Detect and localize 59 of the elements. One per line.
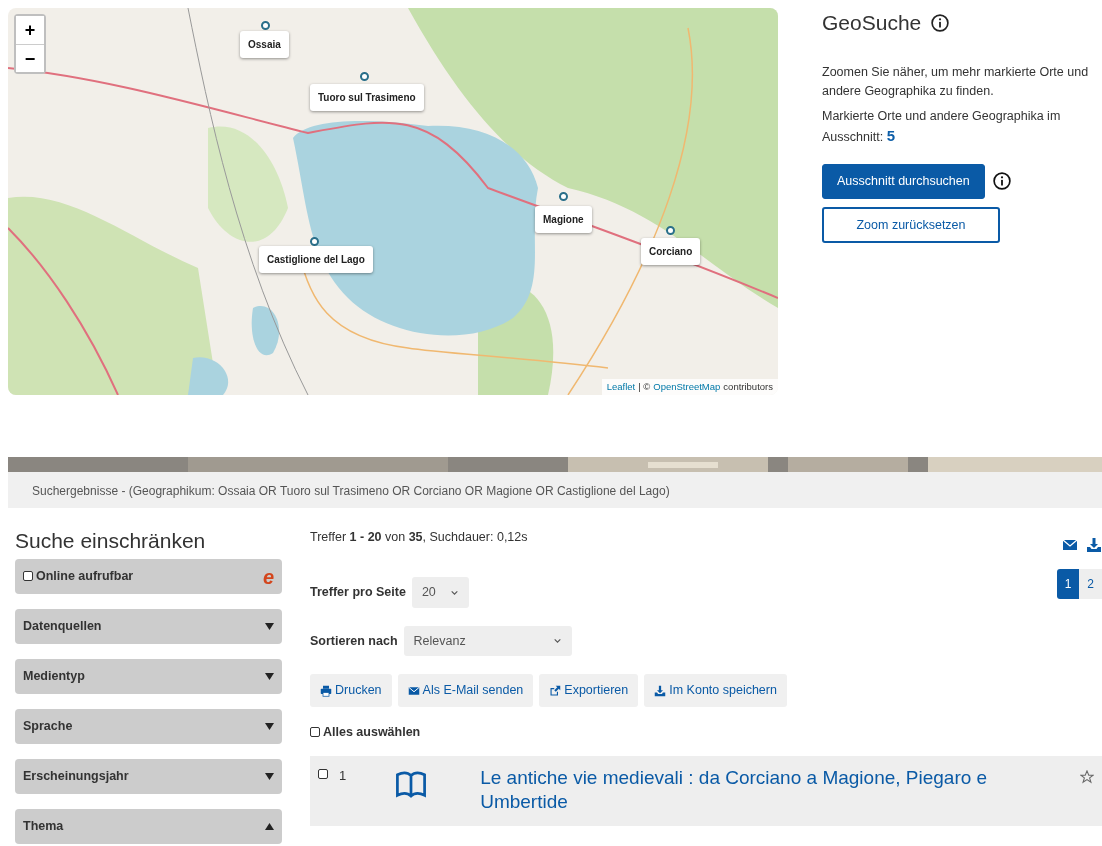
- attribution-link[interactable]: OpenStreetMap: [653, 379, 721, 394]
- breadcrumb-text: Suchergebnisse - (Geographikum: Ossaia OR Tuoro sul Trasimeno OR Corciano OR Magione OR Castiglione del Lago): [32, 484, 670, 498]
- map-marker-icon[interactable]: [559, 192, 568, 201]
- reset-zoom-button[interactable]: Zoom zurücksetzen: [822, 206, 1000, 244]
- facet-label: Erscheinungsjahr: [23, 768, 129, 786]
- info-icon: [931, 13, 950, 32]
- attribution-text: | ©: [638, 379, 651, 394]
- page-link[interactable]: 2: [1079, 569, 1102, 600]
- facet-label: Thema: [23, 818, 64, 836]
- attribution-text: contributors: [723, 379, 773, 394]
- print-icon: [320, 684, 332, 697]
- select-all-label: Alles auswählen: [323, 724, 421, 741]
- marker-label: Ossaia: [240, 31, 289, 58]
- sort-select[interactable]: Relevanz: [403, 625, 572, 657]
- field-label: Treffer pro Seite: [310, 583, 406, 601]
- facet-label: Datenquellen: [23, 618, 102, 636]
- facet-label: Online aufrufbar: [36, 569, 134, 584]
- facet-button[interactable]: Online aufrufbar e: [15, 559, 282, 595]
- facet-button[interactable]: Medientyp: [15, 659, 282, 695]
- facet-button[interactable]: Sprache: [15, 709, 282, 745]
- download-icon: [1086, 537, 1102, 554]
- map-marker-icon[interactable]: [360, 72, 369, 81]
- chevron-icon: [552, 636, 562, 646]
- results-summary: Treffer 1 - 20 von 35, Suchdauer: 0,12s: [310, 529, 528, 546]
- marker-label: Tuoro sul Trasimeno: [310, 84, 424, 111]
- panel-title: GeoSuche: [822, 10, 922, 36]
- zoom-out-button[interactable]: −: [16, 44, 44, 72]
- search-area-button[interactable]: Ausschnitt durchsuchen: [822, 163, 985, 199]
- facet-button[interactable]: Erscheinungsjahr: [15, 759, 282, 795]
- info-icon: [992, 172, 1011, 191]
- mail-icon: [407, 684, 420, 697]
- export-icon: [549, 684, 562, 697]
- attribution-link[interactable]: Leaflet: [606, 379, 636, 394]
- page-link[interactable]: 1: [1056, 569, 1080, 600]
- facet-button[interactable]: Datenquellen: [15, 609, 282, 645]
- hint-text: Zoomen Sie näher, um mehr markierte Orte und andere Geographika zu finden.: [822, 64, 1090, 100]
- checkbox[interactable]: [23, 571, 33, 582]
- facet-label: Medientyp: [23, 668, 85, 686]
- count-text: Markierte Orte und andere Geographika im Ausschnitt: 5: [822, 107, 1062, 147]
- map-marker-icon[interactable]: [666, 226, 675, 235]
- facet-button[interactable]: Thema: [15, 809, 282, 845]
- checkbox[interactable]: [310, 727, 320, 738]
- action-button[interactable]: Exportieren: [539, 674, 639, 707]
- online-letter: e: [262, 566, 274, 587]
- result-title-link[interactable]: Le antiche vie medievali : da Corciano a Magione, Piegaro e Umbertide: [480, 765, 1076, 816]
- per-page-select[interactable]: 20: [411, 576, 469, 608]
- result-number: 1: [339, 766, 347, 785]
- sidebar-title: Suche einschränken: [15, 528, 207, 554]
- star-icon: [1080, 769, 1094, 784]
- checkbox[interactable]: [318, 768, 328, 779]
- facet-label: Sprache: [23, 718, 73, 736]
- marker-label: Castiglione del Lago: [259, 246, 373, 273]
- download-icon: [654, 684, 667, 697]
- action-button[interactable]: Im Konto speichern: [644, 674, 787, 707]
- action-button[interactable]: Als E-Mail senden: [397, 674, 534, 707]
- field-label: Sortieren nach: [310, 632, 398, 650]
- marker-label: Corciano: [641, 238, 701, 265]
- action-button[interactable]: Drucken: [310, 674, 392, 707]
- marker-label: Magione: [535, 206, 592, 233]
